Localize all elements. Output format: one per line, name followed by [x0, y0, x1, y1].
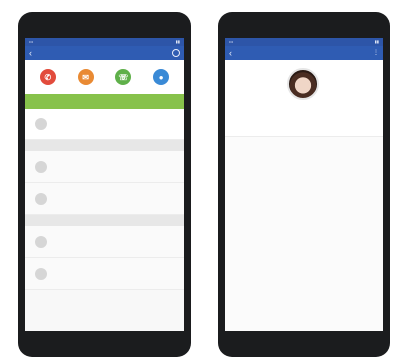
avatar: [35, 160, 47, 173]
status-left: •••: [229, 39, 234, 44]
status-left: •••: [29, 39, 34, 44]
left-phone: ••• ▮▮ ‹ ✆ ✉ ☏ ●: [18, 12, 191, 357]
contact-row[interactable]: [25, 183, 184, 215]
green-header-bar: [25, 94, 184, 109]
menu-icon[interactable]: ⋮: [373, 46, 379, 60]
right-phone: ••• ▮▮ ‹ ⋮: [218, 12, 390, 357]
status-right: ▮▮: [374, 39, 379, 44]
contact-row[interactable]: [25, 151, 184, 183]
contact-row[interactable]: [25, 109, 184, 140]
chat-icon: ☏: [118, 72, 129, 82]
section-header: [25, 215, 184, 226]
back-icon[interactable]: ‹: [229, 46, 232, 60]
right-screen: ••• ▮▮ ‹ ⋮: [225, 38, 383, 331]
status-right: ▮▮: [175, 39, 180, 44]
avatar: [35, 235, 47, 248]
action-mail-button[interactable]: ✉: [77, 69, 94, 85]
avatar: [35, 118, 47, 130]
contact-row[interactable]: [25, 258, 184, 290]
contact-row[interactable]: [25, 226, 184, 258]
section-header: [25, 140, 184, 151]
avatar: [35, 267, 47, 280]
back-icon[interactable]: ‹: [29, 46, 32, 60]
app-bar: ‹ ⋮: [225, 46, 383, 60]
action-video-button[interactable]: ●: [153, 69, 170, 85]
action-chat-button[interactable]: ☏: [115, 69, 132, 85]
status-bar: ••• ▮▮: [25, 38, 184, 46]
action-buttons: ✆ ✉ ☏ ●: [25, 60, 184, 94]
phone-icon: ✆: [44, 72, 52, 82]
video-icon: ●: [158, 72, 164, 82]
app-bar: ‹: [25, 46, 184, 60]
action-phone-button[interactable]: ✆: [39, 69, 56, 85]
left-screen: ••• ▮▮ ‹ ✆ ✉ ☏ ●: [25, 38, 184, 331]
settings-icon[interactable]: [172, 49, 180, 57]
avatar: [35, 192, 47, 205]
profile-card: [225, 60, 383, 137]
avatar: [287, 68, 319, 100]
mail-icon: ✉: [82, 72, 89, 82]
status-bar: ••• ▮▮: [225, 38, 383, 46]
